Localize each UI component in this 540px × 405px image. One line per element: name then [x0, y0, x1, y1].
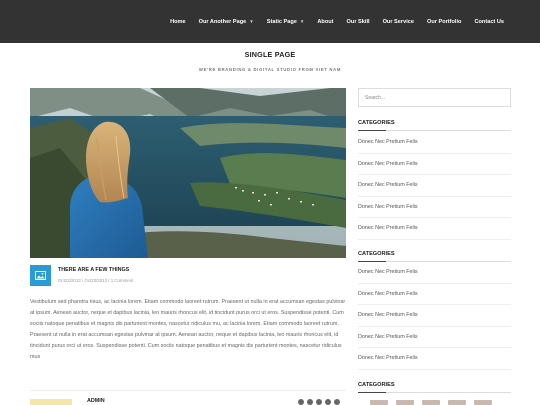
nav-item-static-page[interactable]: Static Page ▼: [267, 19, 305, 25]
chevron-down-icon: ▼: [299, 19, 305, 24]
category-link[interactable]: Donec Nec Pretium Felis: [358, 197, 511, 218]
category-link[interactable]: Donec Nec Pretium Felis: [358, 132, 511, 154]
nav-item-our-service[interactable]: Our Service: [383, 19, 414, 25]
nav-item-home[interactable]: Home: [170, 19, 186, 25]
nav-item-label: About: [317, 18, 334, 25]
post-body: Vestibulum sed pharetra risus, ac lacini…: [30, 299, 346, 360]
category-link[interactable]: Donec Nec Pretium Felis: [358, 154, 511, 175]
nav-item-label: Contact Us: [474, 18, 504, 25]
author-name[interactable]: ADMIN: [87, 398, 105, 404]
top-navbar: Home Our Another Page ▼ Static Page ▼ Ab…: [0, 0, 540, 43]
nav-item-label: Home: [170, 18, 186, 25]
thumbnail[interactable]: [474, 400, 492, 405]
pinterest-icon[interactable]: [325, 399, 331, 405]
page-title: SINGLE PAGE: [244, 50, 296, 59]
share-icons: [298, 399, 340, 405]
google-plus-icon[interactable]: [334, 399, 340, 405]
main-nav: Home Our Another Page ▼ Static Page ▼ Ab…: [157, 0, 504, 43]
post-meta: Oct23/2013 / Oct23/2013 / 1 Comment: [58, 278, 134, 283]
category-link[interactable]: Donec Nec Pretium Felis: [358, 305, 511, 327]
post-featured-image[interactable]: [30, 88, 346, 258]
categories-list: Donec Nec Pretium Felis Donec Nec Pretiu…: [358, 262, 511, 370]
category-link[interactable]: Donec Nec Pretium Felis: [358, 218, 511, 240]
widget-title: CATEGORIES: [358, 251, 395, 257]
category-link[interactable]: Donec Nec Pretium Felis: [358, 175, 511, 197]
search-input[interactable]: [358, 88, 511, 107]
thumbnail-strip: [370, 400, 492, 405]
nav-item-label: Static Page: [266, 18, 297, 25]
widget-title: CATEGORIES: [358, 382, 395, 388]
category-link[interactable]: Donec Nec Pretium Felis: [358, 348, 511, 370]
nav-item-label: Our Service: [382, 18, 414, 25]
nav-item-label: Our Skill: [346, 18, 370, 25]
post-title[interactable]: THERE ARE A FEW THINGS: [58, 267, 129, 273]
nav-item-contact-us[interactable]: Contact Us: [474, 19, 504, 25]
nav-item-label: Our Another Page: [198, 18, 247, 25]
nav-item-our-portfolio[interactable]: Our Portfolio: [427, 19, 462, 25]
thumbnail[interactable]: [422, 400, 440, 405]
twitter-icon[interactable]: [307, 399, 313, 405]
divider: [30, 390, 346, 391]
widget-title: CATEGORIES: [358, 120, 395, 126]
categories-list: Donec Nec Pretium Felis Donec Nec Pretiu…: [358, 132, 511, 240]
nav-item-our-skill[interactable]: Our Skill: [347, 19, 370, 25]
nav-item-our-another-page[interactable]: Our Another Page ▼: [199, 19, 254, 25]
thumbnail[interactable]: [448, 400, 466, 405]
chevron-down-icon: ▼: [249, 19, 254, 24]
nav-item-label: Our Portfolio: [426, 18, 462, 25]
thumbnail[interactable]: [396, 400, 414, 405]
facebook-icon[interactable]: [298, 399, 304, 405]
category-link[interactable]: Donec Nec Pretium Felis: [358, 327, 511, 348]
post-format-badge: [30, 265, 51, 286]
author-avatar: [30, 399, 72, 405]
category-link[interactable]: Donec Nec Pretium Felis: [358, 262, 511, 284]
divider: [358, 130, 511, 131]
linkedin-icon[interactable]: [316, 399, 322, 405]
category-link[interactable]: Donec Nec Pretium Felis: [358, 284, 511, 305]
image-icon: [35, 271, 46, 280]
page-tagline: WE'RE BRANDING & DIGITAL STUDIO FROM VIE…: [198, 67, 342, 72]
thumbnail[interactable]: [370, 400, 388, 405]
nav-item-about[interactable]: About: [317, 19, 333, 25]
divider: [358, 392, 511, 393]
